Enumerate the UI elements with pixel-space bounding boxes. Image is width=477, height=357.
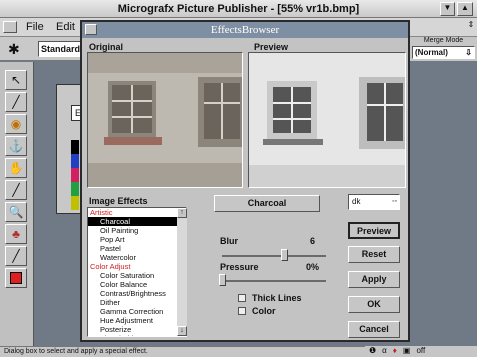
menu-file[interactable]: File [26,21,44,33]
effects-list-item[interactable]: Color Saturation [88,271,186,280]
effects-list-item[interactable]: Pop Art [88,235,186,244]
pointer-tool-icon[interactable]: ↖ [5,70,27,90]
thick-lines-checkbox[interactable] [238,294,246,302]
preview-button[interactable]: Preview [348,222,400,239]
mask-icon[interactable]: α [382,346,387,357]
original-photo [88,53,242,187]
fill-tool-icon[interactable]: ♣ [5,224,27,244]
image-icon[interactable]: ▣ [403,346,411,357]
effects-tool-icon[interactable]: ◉ [5,114,27,134]
pressure-label: Pressure [220,262,259,272]
stamp-tool-icon[interactable]: ⚓ [5,136,27,156]
scroll-arrows-icon[interactable]: ⇕ [466,20,476,36]
app-title-bar: Micrografx Picture Publisher - [55% vr1b… [0,0,477,18]
tool-palette: ↖ ╱ ◉ ⚓ ✋ ╱ 🔍 ♣ ╱ [0,62,34,346]
pressure-slider-track[interactable] [222,280,326,282]
pen-tool-icon[interactable]: ╱ [5,92,27,112]
maximize-button[interactable]: ▲ [457,2,473,16]
effects-list-item[interactable]: Pastel [88,244,186,253]
scroll-up-icon[interactable]: ↑ [177,208,187,218]
reset-button[interactable]: Reset [348,246,400,263]
merge-mode-panel: Merge Mode (Normal) ⇩ [410,37,477,61]
style-select[interactable]: Standard [38,41,82,57]
pin-icon[interactable]: ✱ [8,41,20,58]
scroll-down-icon[interactable]: ↓ [177,326,187,336]
minimize-button[interactable]: ▼ [440,2,455,16]
original-image [87,52,243,188]
effect-name-button[interactable]: Charcoal [214,195,320,212]
effects-list-item[interactable]: Hue Adjustment [88,316,186,325]
effects-scrollbar[interactable]: ↑ ↓ [177,208,187,336]
effects-list-item[interactable]: Threshold [88,334,186,336]
blur-slider-thumb[interactable] [281,249,289,261]
zoom-tool-icon[interactable]: 🔍 [5,202,27,222]
effects-list-item[interactable]: Dither [88,298,186,307]
blur-slider-track[interactable] [222,255,326,257]
apply-button[interactable]: Apply [348,271,400,288]
effects-list-item[interactable]: Color Balance [88,280,186,289]
effects-list-item[interactable]: Gamma Correction [88,307,186,316]
merge-mode-value: (Normal) [415,48,448,57]
effects-list-item[interactable]: Charcoal [88,217,186,226]
status-text: Dialog box to select and apply a special… [4,348,148,355]
effects-category[interactable]: Artistic [88,208,186,217]
app-title: Micrografx Picture Publisher - [55% vr1b… [117,3,360,15]
color-swatch-icon[interactable] [5,268,27,288]
effects-list-item[interactable]: Posterize [88,325,186,334]
effects-list-item[interactable]: Oil Painting [88,226,186,235]
option-dropdown[interactable]: dk ◦◦ [348,194,400,210]
chevron-down-icon: ⇩ [465,48,472,57]
dialog-system-menu-icon[interactable] [85,24,97,35]
merge-mode-select[interactable]: (Normal) ⇩ [412,46,475,59]
effects-browser-dialog: EffectsBrowser Original Preview Image Ef… [80,20,410,342]
option-dropdown-value: dk [352,197,361,206]
original-label: Original [89,42,124,52]
status-icons: ❶ α ♦ ▣ off [365,346,477,357]
effects-list-item[interactable]: Watercolor [88,253,186,262]
color-checkbox[interactable] [238,307,246,315]
effects-list-item[interactable]: Contrast/Brightness [88,289,186,298]
menu-edit[interactable]: Edit [56,21,75,33]
image-effects-label: Image Effects [89,196,148,206]
color-icon[interactable]: ♦ [393,346,397,357]
color-label: Color [252,306,276,316]
dropdown-arrow-icon: ◦◦ [392,198,397,205]
merge-mode-label: Merge Mode [423,37,464,44]
dialog-title: EffectsBrowser [82,22,408,38]
ok-button[interactable]: OK [348,296,400,313]
blur-label: Blur [220,236,238,246]
cancel-button[interactable]: Cancel [348,321,400,338]
brush-tool-icon[interactable]: ╱ [5,180,27,200]
pressure-slider-thumb[interactable] [219,274,226,286]
line-tool-icon[interactable]: ╱ [5,246,27,266]
smudge-tool-icon[interactable]: ✋ [5,158,27,178]
off-icon[interactable]: off [416,346,425,357]
system-menu-icon[interactable] [3,21,17,33]
info-icon[interactable]: ❶ [369,346,376,357]
thick-lines-label: Thick Lines [252,293,302,303]
pressure-value: 0% [306,262,320,272]
preview-label: Preview [254,42,289,52]
effects-list[interactable]: Artistic Charcoal Oil Painting Pop Art Paste… [87,207,187,337]
preview-photo [249,53,405,187]
blur-value: 6 [310,236,316,246]
color-palette-strip[interactable] [71,140,79,210]
effects-category[interactable]: Color Adjust [88,262,186,271]
preview-image [248,52,406,188]
